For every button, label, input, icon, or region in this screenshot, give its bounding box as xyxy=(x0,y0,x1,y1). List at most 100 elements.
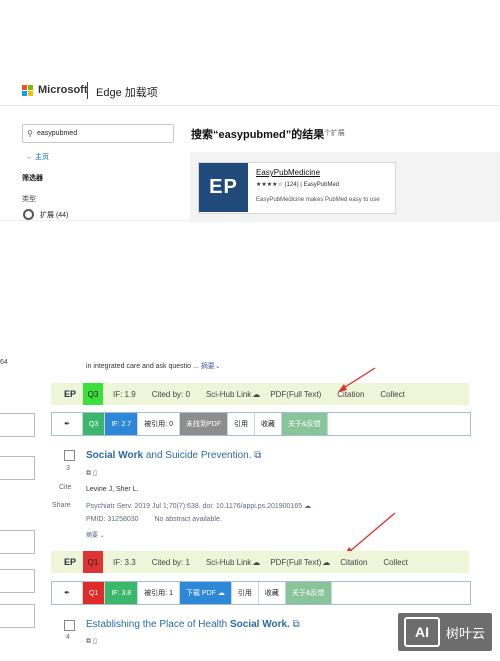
expand-abstract-link[interactable]: 摘要⌄ xyxy=(201,363,221,370)
microsoft-brand: Microsoft xyxy=(38,84,88,96)
sidebar-divider xyxy=(0,220,190,221)
select-checkbox[interactable] xyxy=(64,620,75,631)
link-icon: ☁ xyxy=(252,389,261,399)
link-icon: ☁ xyxy=(217,590,225,597)
left-panel-box xyxy=(0,569,35,593)
microsoft-logo-icon xyxy=(22,85,34,97)
about-feedback-button[interactable]: 关于&反馈 xyxy=(285,582,332,604)
annotation-arrow-1 xyxy=(338,367,376,392)
extension-name[interactable]: EasyPubMedicine xyxy=(256,168,320,177)
article-tool-icons[interactable]: ⧉ ▯ xyxy=(86,469,97,478)
extension-rating: ★★★★☆ (124) | EasyPubMed xyxy=(256,182,340,188)
extensions-filter-label[interactable]: 扩展 (44) xyxy=(40,210,68,220)
cropped-text: 64 xyxy=(0,359,8,366)
article-authors: Levine J, Sher L. xyxy=(86,486,139,493)
cite-action[interactable]: Cite xyxy=(59,484,71,491)
result-number: 3 xyxy=(66,465,70,472)
download-pdf-button[interactable]: 下载 PDF ☁ xyxy=(179,582,232,604)
easypubmed-logo: EP xyxy=(199,163,248,212)
link-icon: ☁ xyxy=(322,557,331,567)
easypubmed-toolbar-cn-2: ✒ Q1 IF: 3.8 被引用: 1 下载 PDF ☁ 引用 收藏 关于&反馈 xyxy=(51,581,471,605)
collect-button[interactable]: 收藏 xyxy=(255,413,282,435)
no-abstract-text: No abstract available. xyxy=(154,516,222,523)
results-title: 搜索“easypubmed”的结果 xyxy=(191,129,325,141)
select-checkbox[interactable] xyxy=(64,450,75,461)
cited-by: Cited by: 1 xyxy=(151,557,190,567)
easypubmed-toolbar-cn: ✒ Q3 IF: 2.7 被引用: 0 未找到PDF 引用 收藏 关于&反馈 xyxy=(51,412,471,436)
impact-factor-cn: IF: 3.8 xyxy=(105,582,139,604)
copy-icon[interactable]: ⧉ xyxy=(293,619,300,630)
link-icon: ☁ xyxy=(304,503,312,510)
pen-logo-icon: ✒ xyxy=(52,413,83,435)
quartile-badge: Q1 xyxy=(83,551,103,573)
results-count: 44 个扩展 xyxy=(314,130,345,137)
quartile-badge-cn: Q1 xyxy=(83,582,106,604)
quartile-badge: Q3 xyxy=(83,383,103,405)
ai-logo-icon: AI xyxy=(404,617,440,647)
impact-factor: IF: 1.9 xyxy=(113,389,136,399)
article-tool-icons[interactable]: ⧉ ▯ xyxy=(86,637,97,646)
abstract-toggle[interactable]: 摘要 ⌄ xyxy=(86,530,105,539)
ep-logo: EP xyxy=(63,557,76,567)
extension-description: EasyPubMedicine makes PubMed easy to use xyxy=(256,197,380,203)
copy-icon[interactable]: ⧉ xyxy=(254,450,261,461)
cited-by: Cited by: 0 xyxy=(151,389,190,399)
ep-logo: EP xyxy=(63,389,76,399)
left-panel-box xyxy=(0,456,35,480)
easypubmed-toolbar-en: EP Q3 IF: 1.9 Cited by: 0 Sci-Hub Link ☁… xyxy=(51,383,469,405)
title-highlight: Social Work xyxy=(86,450,144,461)
back-arrow-icon: ← xyxy=(26,154,35,161)
left-panel-box xyxy=(0,413,35,437)
chevron-down-icon: ⌄ xyxy=(214,363,221,370)
title-rest: and Suicide Prevention. xyxy=(145,450,252,461)
abstract-snippet: in integrated care and ask questio ... 摘… xyxy=(86,361,221,371)
article-citation: Psychiatr Serv. 2019 Jul 1;70(7):638. do… xyxy=(86,502,311,510)
pdf-full-text-link[interactable]: PDF(Full Text) xyxy=(270,390,321,399)
header-underline xyxy=(0,105,500,106)
link-icon: ☁ xyxy=(252,557,261,567)
pmid-text: PMID: 31258030 xyxy=(86,516,139,523)
abstract-label: 摘要 xyxy=(86,533,99,539)
pdf-full-text-link[interactable]: PDF(Full Text) xyxy=(270,558,321,567)
cite-button[interactable]: 引用 xyxy=(228,413,255,435)
citation-link[interactable]: Citation xyxy=(340,558,367,567)
article-title-link[interactable]: Social Work and Suicide Prevention. ⧉ xyxy=(86,450,261,461)
article-pmid: PMID: 31258030 No abstract available. xyxy=(86,516,222,523)
cited-by-cn: 被引用: 1 xyxy=(138,582,180,604)
result-number: 4 xyxy=(66,634,70,641)
about-feedback-button[interactable]: 关于&反馈 xyxy=(281,413,328,435)
search-input[interactable]: ⚲ easypubmed xyxy=(22,124,174,143)
extensions-radio[interactable] xyxy=(23,209,34,220)
quartile-badge-cn: Q3 xyxy=(83,413,106,435)
cited-by-cn: 被引用: 0 xyxy=(138,413,180,435)
article-title-link[interactable]: Establishing the Place of Health Social … xyxy=(86,619,300,630)
home-label: 主页 xyxy=(34,154,49,161)
home-link[interactable]: ← 主页 xyxy=(26,152,49,162)
easypubmed-toolbar-en-2: EP Q1 IF: 3.3 Cited by: 1 Sci-Hub Link ☁… xyxy=(51,551,469,573)
scihub-link[interactable]: Sci-Hub Link xyxy=(206,390,251,399)
pen-logo-icon: ✒ xyxy=(52,582,83,604)
left-panel-box xyxy=(0,604,35,628)
title-highlight: Social Work. xyxy=(229,619,290,630)
more-label: 摘要 xyxy=(200,363,215,370)
title-pre: Establishing the Place of Health xyxy=(86,619,228,630)
search-value: easypubmed xyxy=(37,130,78,137)
collect-button[interactable]: 收藏 xyxy=(259,582,286,604)
cite-button[interactable]: 引用 xyxy=(232,582,259,604)
download-pdf-label: 下载 PDF xyxy=(185,590,216,597)
search-icon: ⚲ xyxy=(27,129,33,138)
edge-addons-title[interactable]: Edge 加载项 xyxy=(96,84,158,100)
left-panel-box xyxy=(0,530,35,554)
impact-factor-cn: IF: 2.7 xyxy=(105,413,139,435)
impact-factor: IF: 3.3 xyxy=(113,557,136,567)
pdf-not-found-button[interactable]: 未找到PDF xyxy=(179,413,228,435)
collect-link[interactable]: Collect xyxy=(380,390,404,399)
type-label: 类型 xyxy=(22,196,36,203)
citation-text: Psychiatr Serv. 2019 Jul 1;70(7):638. do… xyxy=(86,503,303,510)
watermark-text: 树叶云 xyxy=(446,625,486,641)
share-action[interactable]: Share xyxy=(52,502,71,509)
header-divider xyxy=(87,82,88,99)
scihub-link[interactable]: Sci-Hub Link xyxy=(206,558,251,567)
filters-heading: 筛选器 xyxy=(22,175,43,182)
collect-link[interactable]: Collect xyxy=(383,558,407,567)
